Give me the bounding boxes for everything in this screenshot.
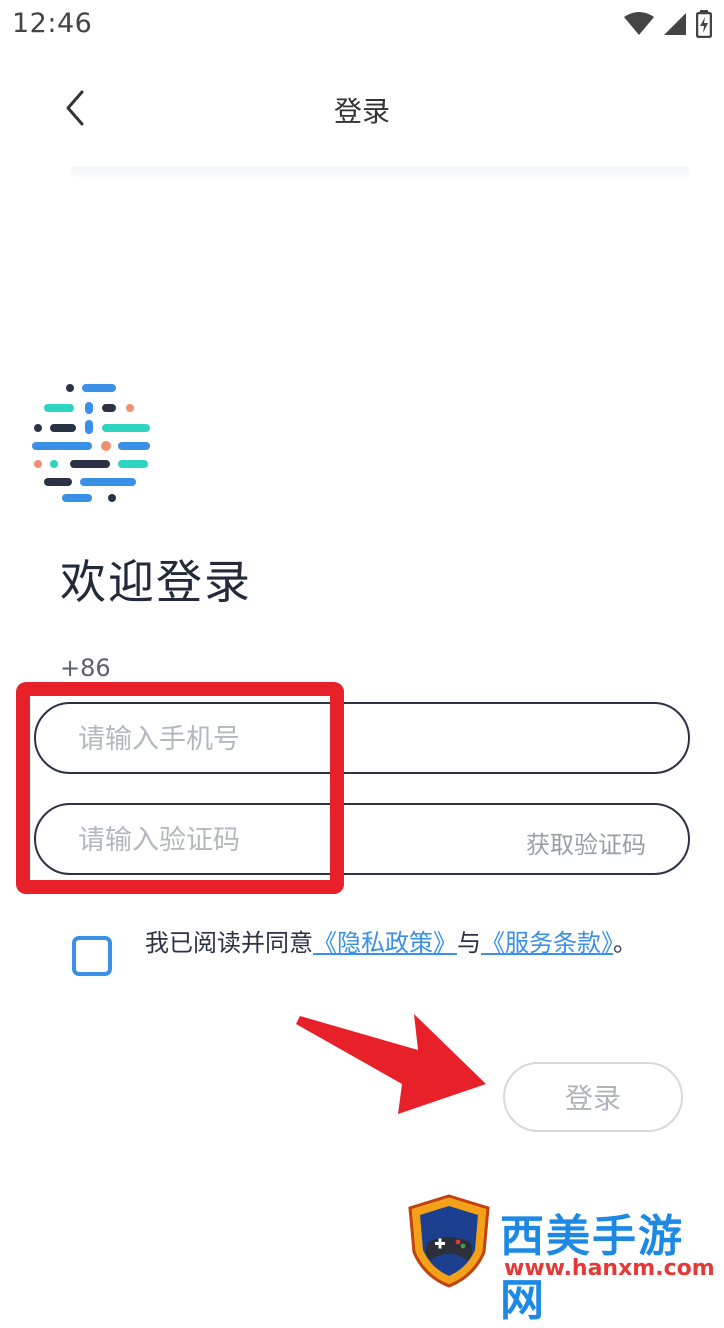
country-code[interactable]: +86 xyxy=(60,654,111,682)
battery-icon xyxy=(696,10,712,38)
agreement-text: 我已阅读并同意《隐私政策》与《服务条款》。 xyxy=(145,926,645,960)
gamepad-shield-logo xyxy=(408,1194,490,1288)
status-icons xyxy=(624,10,712,38)
watermark: 西美手游网 www.hanxm.com xyxy=(404,1192,720,1326)
agreement-checkbox[interactable] xyxy=(72,936,112,976)
wifi-icon xyxy=(624,12,654,35)
watermark-url: www.hanxm.com xyxy=(504,1256,715,1281)
annotation-highlight-box xyxy=(16,682,344,894)
annotation-arrow-icon xyxy=(296,1014,486,1114)
agreement-suffix: 。 xyxy=(613,929,637,957)
status-time: 12:46 xyxy=(12,8,93,39)
login-button[interactable]: 登录 xyxy=(503,1062,683,1132)
agreement-connector: 与 xyxy=(457,929,481,957)
privacy-policy-link[interactable]: 《隐私政策》 xyxy=(313,929,457,957)
signal-icon xyxy=(664,13,686,35)
page-title: 登录 xyxy=(333,95,390,128)
app-logo xyxy=(32,384,150,502)
agreement-prefix: 我已阅读并同意 xyxy=(145,929,313,957)
header-divider xyxy=(70,166,690,180)
welcome-heading: 欢迎登录 xyxy=(60,555,252,609)
terms-of-service-link[interactable]: 《服务条款》 xyxy=(481,929,613,957)
get-code-button[interactable]: 获取验证码 xyxy=(526,825,646,860)
